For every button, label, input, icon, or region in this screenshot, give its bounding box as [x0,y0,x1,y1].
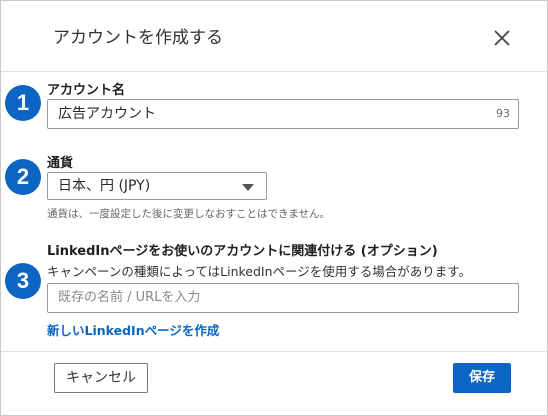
currency-selected-value: 日本、円 (JPY) [58,178,151,194]
account-name-value: 広告アカウント [58,106,156,122]
create-account-dialog: アカウントを作成する 1 2 3 アカウント名 広告アカウント 93 通貨 日本… [0,0,548,416]
cancel-button[interactable]: キャンセル [54,363,148,393]
close-icon[interactable] [491,27,513,49]
linkedin-page-description: キャンペーンの種類によってはLinkedInページを使用する場合があります。 [47,264,472,279]
account-name-label: アカウント名 [47,83,126,98]
currency-select[interactable]: 日本、円 (JPY) [47,172,267,200]
account-name-input[interactable]: 広告アカウント 93 [47,99,519,129]
linkedin-page-input[interactable]: 既存の名前 / URLを入力 [47,283,519,313]
dialog-title: アカウントを作成する [53,28,223,48]
linkedin-page-placeholder: 既存の名前 / URLを入力 [58,290,201,305]
save-button[interactable]: 保存 [453,363,511,393]
dialog-header: アカウントを作成する [1,1,547,72]
linkedin-page-label: LinkedInページをお使いのアカウントに関連付ける (オプション) [47,244,438,259]
step-badge-1: 1 [5,85,41,121]
step-badge-3: 3 [5,263,41,299]
currency-label: 通貨 [47,156,74,171]
currency-helper-text: 通貨は、一度設定した後に変更しなおすことはできません。 [47,208,331,220]
step-badge-2: 2 [5,159,41,195]
chevron-down-icon [242,184,254,191]
character-counter: 93 [496,107,510,120]
footer-divider [1,351,547,352]
create-linkedin-page-link[interactable]: 新しいLinkedInページを作成 [47,320,219,339]
